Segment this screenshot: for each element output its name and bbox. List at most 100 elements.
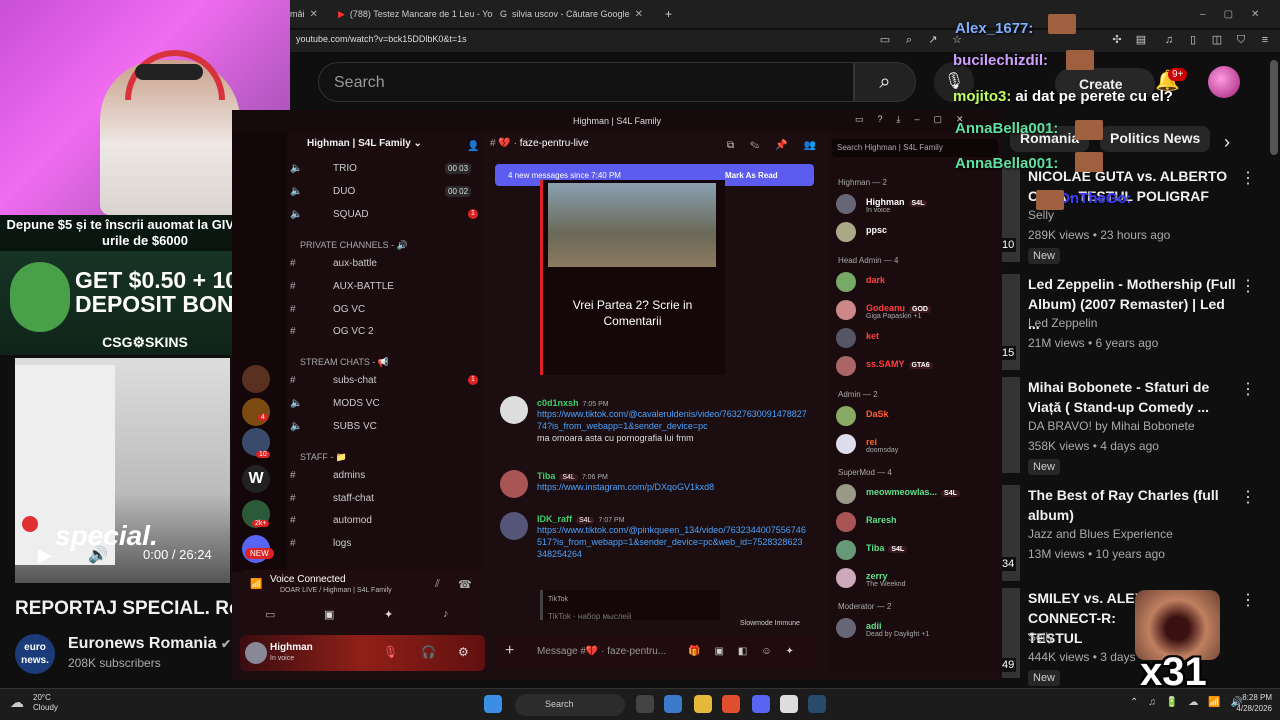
menu-icon[interactable]: ≡ — [1258, 33, 1272, 47]
avatar[interactable] — [836, 484, 856, 504]
voice-status[interactable]: Voice Connected — [270, 574, 346, 585]
tab-1[interactable]: mâi ✕ — [290, 4, 330, 24]
message-link[interactable]: https://www.tiktok.com/@pinkqueen_134/vi… — [537, 524, 807, 560]
member-item[interactable]: ket — [836, 328, 996, 350]
server-icon[interactable]: W — [242, 465, 270, 493]
avatar[interactable] — [1208, 66, 1240, 98]
text-channel[interactable]: # aux-battle — [290, 258, 480, 276]
chevron-right-icon[interactable]: › — [1224, 132, 1230, 153]
steam-icon[interactable] — [808, 695, 826, 713]
member-item[interactable]: zerry The Weeknd — [836, 568, 996, 590]
member-item[interactable]: meowmeowlas... S4L — [836, 484, 996, 506]
more-icon[interactable]: ⋮ — [1240, 379, 1256, 399]
task-view-icon[interactable] — [636, 695, 654, 713]
shield-icon[interactable]: ⛉ — [1234, 33, 1248, 47]
weather-widget[interactable]: 20°C Cloudy — [33, 693, 58, 713]
close-icon[interactable]: ✕ — [310, 9, 318, 20]
username[interactable]: Highman — [270, 642, 313, 653]
window-controls[interactable]: – ▢ ✕ — [1200, 4, 1270, 24]
text-channel[interactable]: # automod — [290, 515, 480, 533]
member-item[interactable]: Highman S4L In voice — [836, 194, 996, 216]
member-group-label[interactable]: Admin — 2 — [838, 390, 878, 399]
member-item[interactable]: Raresh — [836, 512, 996, 534]
channel-name[interactable]: Led Zeppelin — [1028, 316, 1097, 330]
clock[interactable]: 8:28 PM 4/28/2026 — [1222, 692, 1272, 714]
server-name[interactable]: Highman | S4L Family ⌄ — [287, 138, 484, 158]
text-channel[interactable]: # logs — [290, 538, 480, 556]
avatar[interactable] — [836, 300, 856, 320]
discord-icon[interactable] — [752, 695, 770, 713]
weather-icon[interactable]: ☁ — [10, 694, 24, 711]
activities-icon[interactable]: ✦ — [384, 608, 393, 621]
avatar[interactable] — [836, 618, 856, 638]
text-channel[interactable]: # OG VC 2 — [290, 326, 480, 344]
more-icon[interactable]: ⋮ — [1240, 168, 1256, 188]
more-icon[interactable]: ⋮ — [1240, 276, 1256, 296]
minimize-icon[interactable]: – — [1200, 9, 1206, 20]
avatar[interactable] — [836, 434, 856, 454]
scrollbar[interactable] — [1270, 60, 1278, 155]
new-tab-icon[interactable]: + — [665, 4, 677, 24]
member-item[interactable]: ppsc — [836, 222, 996, 244]
channel-name[interactable]: Jazz and Blues Experience — [1028, 527, 1173, 541]
text-channel[interactable]: # staff-chat — [290, 493, 480, 511]
embed-image[interactable] — [548, 183, 716, 267]
deafen-icon[interactable]: 🎧 — [421, 645, 436, 659]
add-user-icon[interactable]: 👤 — [467, 141, 479, 152]
member-item[interactable]: dark — [836, 272, 996, 294]
url-text[interactable]: youtube.com/watch?v=bck15DDlbK0&t=1s — [296, 34, 467, 44]
voice-channel[interactable]: 🔈 TRIO 00 03 — [290, 163, 480, 181]
channel-name[interactable]: DA BRAVO! by Mihai Bobonete — [1028, 419, 1195, 433]
voice-channel[interactable]: 🔈 DUO 00 02 — [290, 186, 480, 204]
cast-icon[interactable]: ▭ — [878, 33, 892, 47]
video-icon[interactable]: ▭ — [265, 608, 275, 621]
server-icon[interactable] — [242, 365, 270, 393]
avatar[interactable] — [500, 396, 528, 424]
extensions-icon[interactable]: ✣ — [1110, 33, 1124, 47]
channel-name[interactable]: Selly — [1028, 630, 1054, 644]
soundboard-icon[interactable]: ♪ — [443, 608, 449, 620]
app-icon[interactable] — [664, 695, 682, 713]
search-input[interactable]: Search — [318, 62, 854, 102]
category-private[interactable]: PRIVATE CHANNELS - 🔊 — [300, 240, 408, 251]
start-icon[interactable] — [484, 695, 502, 713]
avatar[interactable] — [500, 512, 528, 540]
text-channel[interactable]: # subs-chat 1 — [290, 375, 480, 393]
settings-icon[interactable]: ⚙ — [458, 645, 469, 659]
play-icon[interactable]: ▶ — [38, 545, 52, 566]
member-item[interactable]: DaSk — [836, 406, 996, 428]
disconnect-icon[interactable]: ☎ — [458, 578, 472, 591]
category-stream[interactable]: STREAM CHATS - 📢 — [300, 357, 389, 368]
brave-icon[interactable] — [722, 695, 740, 713]
zoom-icon[interactable]: ⌕ — [902, 33, 916, 47]
avatar[interactable] — [836, 328, 856, 348]
embed-title[interactable]: TikTok · набор мыслей — [548, 612, 631, 621]
folder-icon[interactable] — [694, 695, 712, 713]
wallet-icon[interactable]: ◫ — [1210, 33, 1224, 47]
voice-channel[interactable]: 🔈 SUBS VC — [290, 421, 480, 439]
text-channel[interactable]: # admins — [290, 470, 480, 488]
text-channel[interactable]: # AUX-BATTLE — [290, 281, 480, 299]
member-group-label[interactable]: Highman — 2 — [838, 178, 887, 187]
text-channel[interactable]: # OG VC — [290, 304, 480, 322]
voice-channel-name[interactable]: DOAR LIVE / Highman | S4L Family — [280, 587, 392, 594]
mark-as-read-button[interactable]: Mark As Read — [725, 171, 778, 180]
tab-2[interactable]: ▶ (788) Testez Mancare de 1 Leu - YouT — [338, 4, 493, 24]
voice-channel[interactable]: 🔈 MODS VC — [290, 398, 480, 416]
more-icon[interactable]: ⋮ — [1240, 590, 1256, 610]
member-item[interactable]: rei doomsday — [836, 434, 996, 456]
voice-channel[interactable]: 🔈 SQUAD 1 — [290, 209, 480, 227]
category-staff[interactable]: STAFF - 📁 — [300, 452, 347, 463]
mute-icon[interactable]: 🎙 — [383, 645, 398, 659]
search-icon[interactable]: ⌕ — [854, 62, 916, 102]
member-item[interactable]: Tiba S4L — [836, 540, 996, 562]
member-group-label[interactable]: SuperMod — 4 — [838, 468, 892, 477]
avatar[interactable] — [836, 222, 856, 242]
close-icon[interactable]: ✕ — [635, 9, 643, 20]
avatar[interactable] — [836, 194, 856, 214]
close-icon[interactable]: ✕ — [1251, 9, 1259, 20]
taskbar-search[interactable]: Search — [515, 694, 625, 716]
avatar[interactable] — [500, 470, 528, 498]
music-icon[interactable]: ♫ — [1162, 33, 1176, 47]
server-icon[interactable] — [242, 398, 270, 426]
